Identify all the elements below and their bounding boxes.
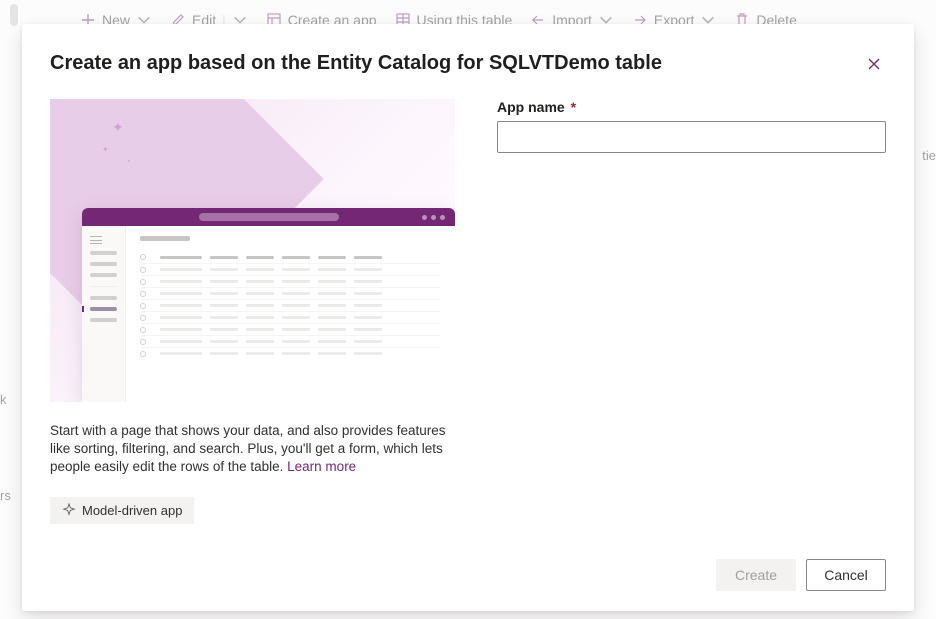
cancel-button[interactable]: Cancel bbox=[806, 559, 886, 591]
dialog-right-column: App name * bbox=[497, 99, 886, 547]
required-indicator: * bbox=[571, 99, 576, 115]
illustration: ✦ ✦ • bbox=[50, 99, 455, 402]
badge-label: Model-driven app bbox=[82, 503, 182, 518]
sparkle-icon: ✦ bbox=[112, 119, 124, 136]
sparkle-icon: ✦ bbox=[102, 145, 109, 154]
app-name-label-text: App name bbox=[497, 99, 565, 115]
dialog-footer: Create Cancel bbox=[50, 559, 886, 591]
description-text: Start with a page that shows your data, … bbox=[50, 423, 445, 474]
learn-more-link[interactable]: Learn more bbox=[287, 459, 356, 474]
sparkle-icon bbox=[62, 503, 76, 517]
close-icon bbox=[866, 56, 882, 72]
dialog-body: ✦ ✦ • bbox=[50, 99, 886, 547]
create-button[interactable]: Create bbox=[716, 559, 796, 591]
app-name-label: App name * bbox=[497, 99, 886, 115]
description: Start with a page that shows your data, … bbox=[50, 422, 455, 477]
app-name-input[interactable] bbox=[497, 121, 886, 153]
illustration-app-frame bbox=[82, 208, 455, 402]
dialog-header: Create an app based on the Entity Catalo… bbox=[50, 52, 886, 79]
dialog-title: Create an app based on the Entity Catalo… bbox=[50, 52, 662, 75]
sparkle-icon: • bbox=[128, 159, 130, 165]
close-button[interactable] bbox=[862, 52, 886, 79]
create-app-dialog: Create an app based on the Entity Catalo… bbox=[22, 24, 914, 611]
dialog-left-column: ✦ ✦ • bbox=[50, 99, 455, 547]
app-type-badge: Model-driven app bbox=[50, 497, 194, 524]
